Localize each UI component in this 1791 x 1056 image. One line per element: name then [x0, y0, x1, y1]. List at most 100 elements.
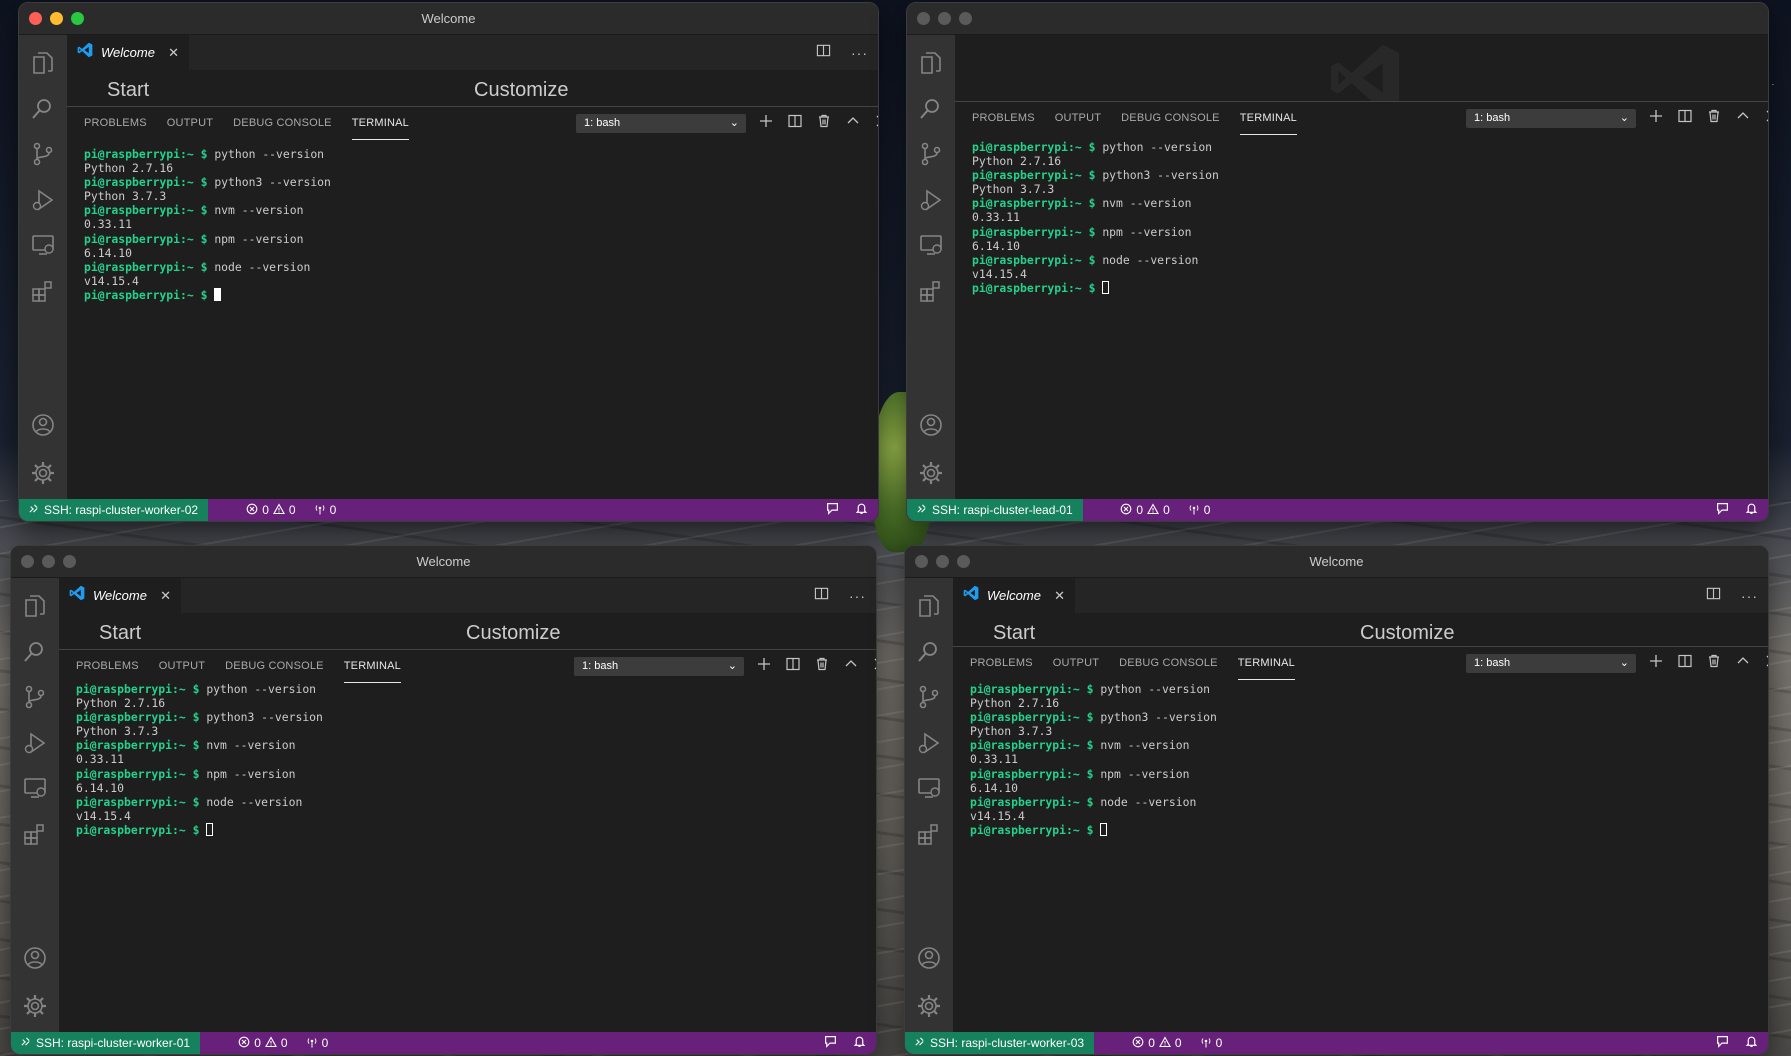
split-terminal-icon[interactable]: [1678, 109, 1692, 128]
more-actions-icon[interactable]: ···: [849, 588, 866, 604]
panel-tab-terminal[interactable]: TERMINAL: [351, 107, 409, 140]
remote-indicator[interactable]: SSH: raspi-cluster-lead-01: [907, 499, 1083, 521]
split-terminal-icon[interactable]: [788, 114, 802, 133]
terminal-select-dropdown[interactable]: 1: bash ⌄: [1466, 654, 1636, 673]
account-icon[interactable]: [19, 401, 67, 449]
run-debug-icon[interactable]: [907, 176, 955, 224]
kill-terminal-trash-icon[interactable]: [815, 657, 829, 676]
panel-tab-output[interactable]: OUTPUT: [167, 107, 213, 140]
close-panel-icon[interactable]: [1765, 654, 1768, 673]
terminal-select-dropdown[interactable]: 1: bash ⌄: [1466, 109, 1636, 128]
panel-tab-debug-console[interactable]: DEBUG CONSOLE: [225, 650, 324, 683]
remote-indicator[interactable]: SSH: raspi-cluster-worker-03: [905, 1032, 1095, 1054]
tab-welcome[interactable]: Welcome ✕: [67, 35, 189, 70]
panel-tab-output[interactable]: OUTPUT: [159, 650, 205, 683]
remote-explorer-icon[interactable]: [19, 221, 67, 269]
search-icon[interactable]: [11, 628, 59, 676]
split-editor-icon[interactable]: [1706, 586, 1721, 606]
panel-tab-terminal[interactable]: TERMINAL: [1237, 647, 1295, 680]
window-zoom-button[interactable]: [959, 12, 972, 25]
source-control-icon[interactable]: [905, 673, 953, 721]
problems-status[interactable]: 0 0 0: [232, 1032, 328, 1054]
files-icon[interactable]: [907, 39, 955, 87]
notifications-bell-icon[interactable]: [853, 1035, 866, 1051]
panel-tab-output[interactable]: OUTPUT: [1055, 102, 1101, 135]
panel-tab-problems[interactable]: PROBLEMS: [84, 107, 147, 140]
terminal-output[interactable]: pi@raspberrypi:~ $ python --version Pytho…: [970, 682, 1217, 837]
account-icon[interactable]: [907, 401, 955, 449]
new-terminal-icon[interactable]: [759, 114, 773, 133]
terminal-select-dropdown[interactable]: 1: bash ⌄: [576, 114, 746, 133]
feedback-icon[interactable]: [1716, 502, 1729, 518]
remote-explorer-icon[interactable]: [907, 221, 955, 269]
maximize-panel-chevron-up-icon[interactable]: [844, 657, 858, 676]
notifications-bell-icon[interactable]: [1745, 502, 1758, 518]
files-icon[interactable]: [19, 39, 67, 87]
close-panel-icon[interactable]: [875, 114, 878, 133]
title-bar[interactable]: Welcome: [19, 3, 878, 35]
panel-tab-problems[interactable]: PROBLEMS: [970, 647, 1033, 680]
panel-tab-debug-console[interactable]: DEBUG CONSOLE: [233, 107, 332, 140]
search-icon[interactable]: [907, 85, 955, 133]
feedback-icon[interactable]: [1716, 1035, 1729, 1051]
extensions-icon[interactable]: [907, 267, 955, 315]
title-bar[interactable]: Welcome: [905, 546, 1768, 578]
settings-gear-icon[interactable]: [11, 982, 59, 1030]
maximize-panel-chevron-up-icon[interactable]: [1736, 654, 1750, 673]
settings-gear-icon[interactable]: [19, 449, 67, 497]
panel-tab-problems[interactable]: PROBLEMS: [76, 650, 139, 683]
problems-status[interactable]: 0 0 0: [1114, 499, 1210, 521]
window-close-button[interactable]: [917, 12, 930, 25]
kill-terminal-trash-icon[interactable]: [817, 114, 831, 133]
more-actions-icon[interactable]: ···: [851, 45, 868, 61]
close-tab-icon[interactable]: ✕: [168, 45, 179, 61]
remote-explorer-icon[interactable]: [11, 764, 59, 812]
maximize-panel-chevron-up-icon[interactable]: [846, 114, 860, 133]
tab-welcome[interactable]: Welcome ✕: [953, 578, 1075, 613]
close-tab-icon[interactable]: ✕: [1054, 588, 1065, 604]
panel-tab-problems[interactable]: PROBLEMS: [972, 102, 1035, 135]
problems-status[interactable]: 0 0 0: [1126, 1032, 1222, 1054]
settings-gear-icon[interactable]: [907, 449, 955, 497]
extensions-icon[interactable]: [905, 810, 953, 858]
terminal-output[interactable]: pi@raspberrypi:~ $ python --version Pytho…: [76, 682, 323, 837]
run-debug-icon[interactable]: [19, 176, 67, 224]
account-icon[interactable]: [11, 934, 59, 982]
panel-tab-output[interactable]: OUTPUT: [1053, 647, 1099, 680]
remote-indicator[interactable]: SSH: raspi-cluster-worker-01: [11, 1032, 201, 1054]
split-terminal-icon[interactable]: [1678, 654, 1692, 673]
kill-terminal-trash-icon[interactable]: [1707, 109, 1721, 128]
search-icon[interactable]: [905, 628, 953, 676]
settings-gear-icon[interactable]: [905, 982, 953, 1030]
new-terminal-icon[interactable]: [1649, 654, 1663, 673]
split-editor-icon[interactable]: [814, 586, 829, 606]
split-editor-icon[interactable]: [816, 43, 831, 63]
tab-welcome[interactable]: Welcome ✕: [59, 578, 181, 613]
source-control-icon[interactable]: [19, 130, 67, 178]
files-icon[interactable]: [11, 582, 59, 630]
kill-terminal-trash-icon[interactable]: [1707, 654, 1721, 673]
source-control-icon[interactable]: [907, 130, 955, 178]
panel-tab-debug-console[interactable]: DEBUG CONSOLE: [1119, 647, 1218, 680]
panel-tab-terminal[interactable]: TERMINAL: [343, 650, 401, 683]
new-terminal-icon[interactable]: [757, 657, 771, 676]
run-debug-icon[interactable]: [11, 719, 59, 767]
feedback-icon[interactable]: [824, 1035, 837, 1051]
notifications-bell-icon[interactable]: [855, 502, 868, 518]
files-icon[interactable]: [905, 582, 953, 630]
run-debug-icon[interactable]: [905, 719, 953, 767]
close-panel-icon[interactable]: [1765, 109, 1768, 128]
account-icon[interactable]: [905, 934, 953, 982]
window-minimize-button[interactable]: [938, 12, 951, 25]
terminal-select-dropdown[interactable]: 1: bash ⌄: [574, 657, 744, 676]
panel-tab-terminal[interactable]: TERMINAL: [1239, 102, 1297, 135]
maximize-panel-chevron-up-icon[interactable]: [1736, 109, 1750, 128]
close-tab-icon[interactable]: ✕: [160, 588, 171, 604]
new-terminal-icon[interactable]: [1649, 109, 1663, 128]
remote-explorer-icon[interactable]: [905, 764, 953, 812]
terminal-output[interactable]: pi@raspberrypi:~ $ python --version Pytho…: [84, 147, 331, 302]
split-terminal-icon[interactable]: [786, 657, 800, 676]
title-bar[interactable]: [907, 3, 1768, 35]
extensions-icon[interactable]: [11, 810, 59, 858]
close-panel-icon[interactable]: [873, 657, 876, 676]
